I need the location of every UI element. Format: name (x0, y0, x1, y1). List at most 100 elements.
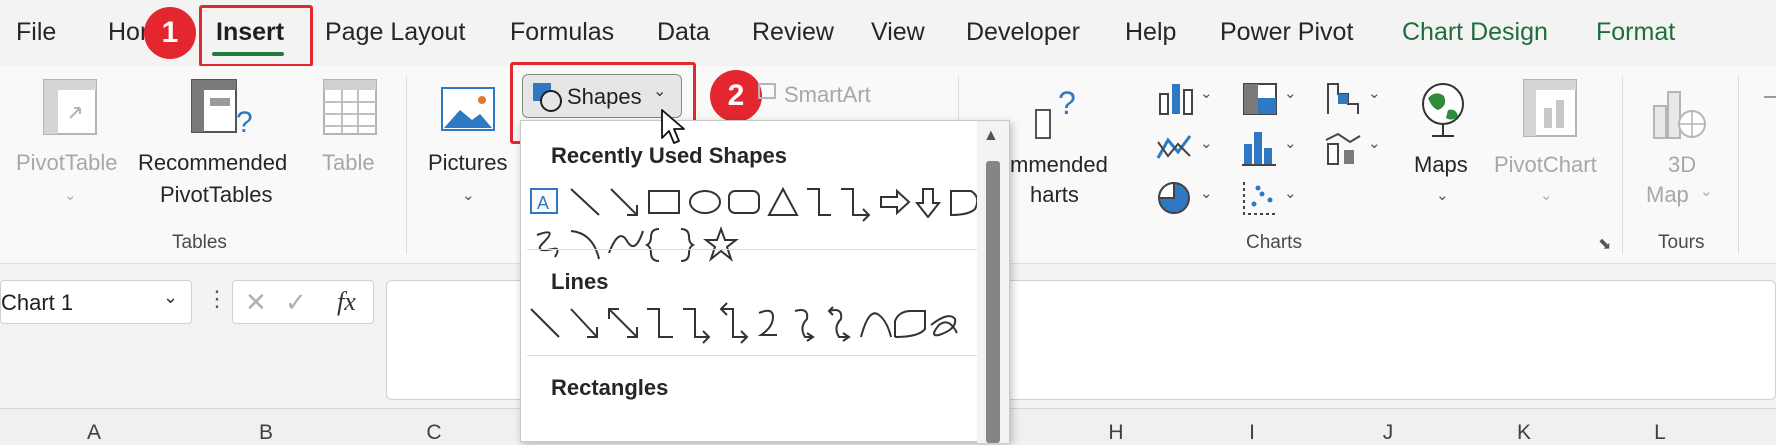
text-box-shape-icon[interactable]: A (530, 188, 558, 214)
dropdown-scrollbar[interactable]: ▲ (977, 121, 1009, 443)
rounded-rectangle-shape-icon[interactable] (728, 190, 760, 214)
tab-chart-design[interactable]: Chart Design (1402, 18, 1548, 47)
scrollbar-thumb[interactable] (986, 161, 1000, 443)
smartart-label: SmartArt (784, 82, 871, 107)
line-shape-icon[interactable] (570, 188, 600, 216)
chevron-down-icon[interactable]: ⌄ (1284, 184, 1297, 202)
pivottable-label: PivotTable (16, 150, 118, 175)
elbow-double-arrow-icon[interactable] (719, 302, 749, 344)
tab-format[interactable]: Format (1596, 18, 1675, 47)
scribble-icon[interactable] (930, 315, 958, 337)
tab-power-pivot[interactable]: Power Pivot (1220, 18, 1353, 47)
column-header-j[interactable]: J (1368, 421, 1408, 445)
group-divider (406, 76, 407, 254)
recommended-pivottables-icon: ? (191, 79, 253, 139)
column-header-k[interactable]: K (1504, 421, 1544, 445)
tab-developer[interactable]: Developer (966, 18, 1080, 47)
elbow-connector-shape-icon[interactable] (807, 188, 831, 216)
chevron-down-icon[interactable]: ⌄ (163, 287, 178, 308)
chevron-down-icon[interactable]: ⌄ (1368, 134, 1381, 152)
tables-group-label: Tables (172, 232, 227, 253)
column-header-i[interactable]: I (1232, 421, 1272, 445)
scatter-chart-icon[interactable] (1242, 180, 1278, 216)
group-divider (1738, 76, 1739, 254)
chevron-down-icon[interactable]: ⌄ (1284, 84, 1297, 102)
tab-view[interactable]: View (871, 18, 925, 47)
right-brace-shape-icon[interactable] (680, 228, 696, 262)
freeform-shape-icon[interactable] (894, 310, 926, 338)
tab-page-layout[interactable]: Page Layout (325, 18, 465, 47)
name-box[interactable]: Chart 1 ⌄ (0, 280, 192, 324)
curved-double-arrow-connector-icon[interactable] (827, 306, 851, 342)
tab-review[interactable]: Review (752, 18, 834, 47)
elbow-connector-icon[interactable] (647, 308, 673, 338)
curved-connector-icon[interactable] (757, 309, 777, 336)
chevron-down-icon[interactable]: ⌄ (1200, 134, 1213, 152)
line-chart-icon[interactable] (1156, 130, 1196, 164)
tab-formulas[interactable]: Formulas (510, 18, 614, 47)
maps-label: Maps (1414, 152, 1468, 177)
tab-data[interactable]: Data (657, 18, 710, 47)
menu-divider (527, 249, 979, 250)
combo-chart-icon[interactable] (1324, 130, 1362, 166)
formula-actions: ✕ ✓ fx (232, 280, 374, 324)
elbow-arrow-connector-shape-icon[interactable] (841, 188, 871, 222)
left-brace-shape-icon[interactable] (644, 228, 660, 262)
elbow-arrow-icon[interactable] (683, 308, 711, 344)
down-arrow-shape-icon[interactable] (914, 188, 942, 219)
chevron-down-icon[interactable]: ⌄ (1200, 84, 1213, 102)
star-shape-icon[interactable] (703, 226, 739, 262)
double-arrow-line-icon[interactable] (608, 308, 638, 338)
enter-icon[interactable]: ✓ (285, 287, 307, 318)
group-divider (1622, 76, 1623, 254)
scroll-up-icon[interactable]: ▲ (983, 127, 999, 145)
oval-shape-icon[interactable] (689, 190, 721, 214)
step-2-callout: 2 (710, 70, 762, 122)
triangle-shape-icon[interactable] (767, 186, 799, 216)
step-1-callout: 1 (144, 7, 196, 59)
shapes-dropdown: Recently Used Shapes A Lines Rectangles … (520, 120, 1010, 443)
name-box-value: Chart 1 (1, 290, 74, 315)
pie-chart-icon[interactable] (1156, 180, 1192, 216)
column-header-a[interactable]: A (74, 421, 114, 445)
smartart-icon (758, 83, 776, 99)
insert-function-button[interactable]: fx (337, 287, 356, 317)
chevron-down-icon: ⌄ (1540, 187, 1553, 204)
curve-icon[interactable] (860, 312, 892, 338)
pictures-label: Pictures (428, 150, 508, 175)
curved-arrow-connector-icon[interactable] (794, 309, 815, 342)
line-arrow-icon[interactable] (570, 308, 598, 338)
waterfall-chart-icon[interactable] (1324, 80, 1364, 116)
line-icon[interactable] (530, 308, 560, 338)
svg-text:A: A (537, 193, 549, 213)
statistic-chart-icon[interactable] (1242, 130, 1278, 166)
flowchart-shape-icon[interactable] (950, 190, 979, 217)
tab-file[interactable]: File (16, 18, 56, 47)
pictures-icon (441, 87, 495, 131)
arrow-shape-icon[interactable] (610, 188, 638, 216)
column-header-b[interactable]: B (246, 421, 286, 445)
tab-help[interactable]: Help (1125, 18, 1176, 47)
recommended-charts-label-2: harts (1030, 182, 1079, 207)
right-arrow-shape-icon[interactable] (880, 188, 911, 216)
chevron-down-icon: ⌄ (1700, 183, 1713, 200)
rectangles-heading: Rectangles (551, 375, 669, 400)
column-header-c[interactable]: C (414, 421, 454, 445)
more-options-icon[interactable]: ⋮ (206, 286, 228, 312)
chevron-down-icon[interactable]: ⌄ (1368, 84, 1381, 102)
svg-text:?: ? (1058, 85, 1076, 121)
chevron-down-icon[interactable]: ⌄ (1284, 134, 1297, 152)
chevron-down-icon: ⌄ (462, 187, 475, 204)
arc-shape-icon[interactable] (570, 230, 600, 260)
charts-dialog-launcher-icon[interactable]: ⬊ (1598, 234, 1611, 254)
scribble-shape-icon[interactable] (536, 231, 559, 258)
rectangle-shape-icon[interactable] (648, 190, 680, 214)
cancel-icon[interactable]: ✕ (245, 287, 267, 318)
column-header-h[interactable]: H (1096, 421, 1136, 445)
hierarchy-chart-icon[interactable] (1242, 82, 1278, 116)
3d-map-label-1: 3D (1668, 152, 1697, 177)
column-header-l[interactable]: L (1640, 421, 1680, 445)
chevron-down-icon[interactable]: ⌄ (1200, 184, 1213, 202)
chevron-down-icon: ⌄ (1436, 187, 1449, 204)
column-chart-icon[interactable] (1158, 82, 1198, 116)
